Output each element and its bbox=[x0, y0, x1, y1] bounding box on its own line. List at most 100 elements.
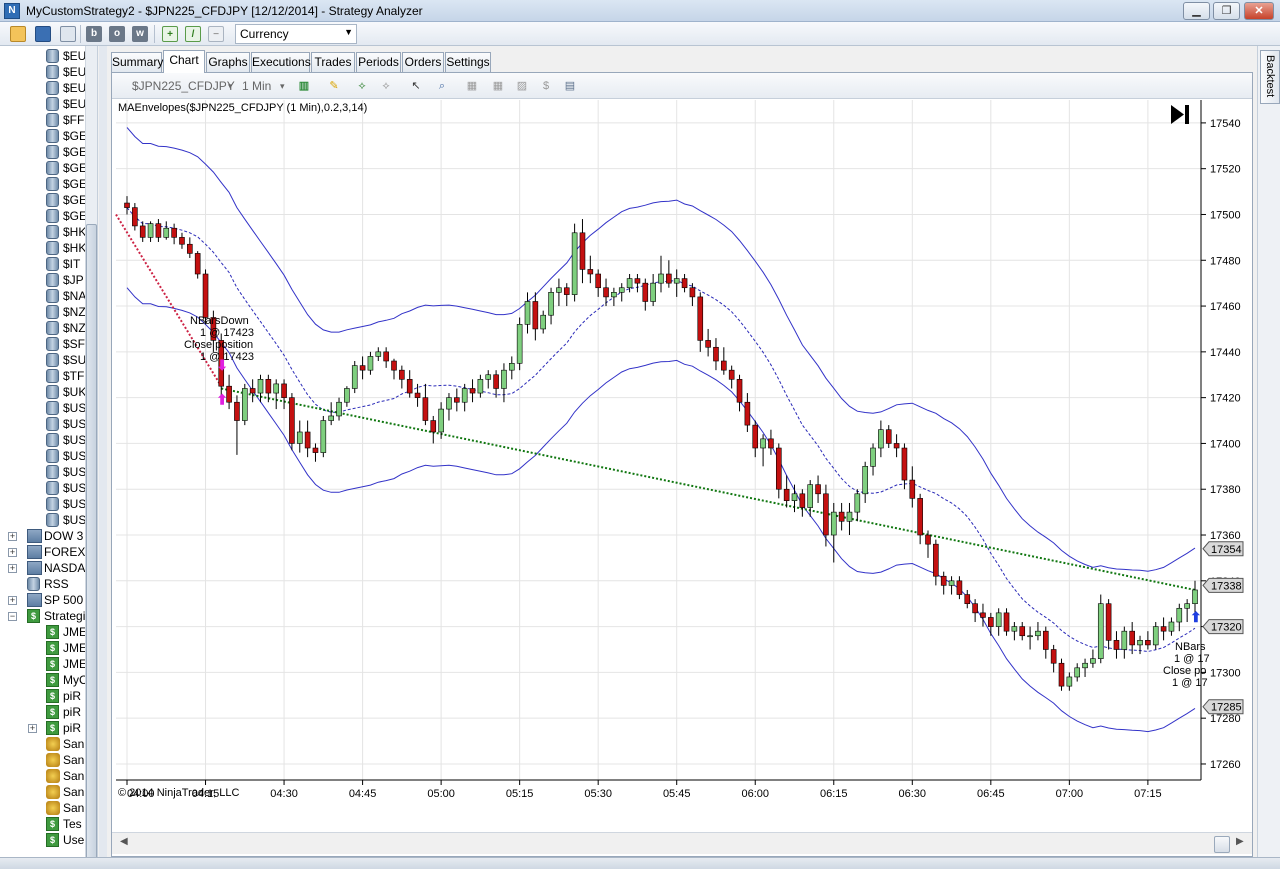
candle-down[interactable] bbox=[823, 493, 829, 536]
candle-up[interactable] bbox=[1184, 603, 1190, 609]
candle-up[interactable] bbox=[1027, 635, 1033, 638]
tree-group-dow-3[interactable]: + DOW 3 bbox=[0, 528, 86, 544]
remove-icon[interactable]: − bbox=[208, 26, 224, 42]
expand-icon[interactable]: + bbox=[8, 548, 17, 557]
candle-down[interactable] bbox=[587, 269, 594, 275]
candle-up[interactable] bbox=[461, 388, 468, 403]
candle-down[interactable] bbox=[964, 594, 971, 605]
candle-down[interactable] bbox=[768, 438, 774, 449]
candle-down[interactable] bbox=[234, 401, 240, 421]
candle-up[interactable] bbox=[1011, 626, 1018, 632]
tab-trades[interactable]: Trades bbox=[311, 52, 355, 72]
chart-style-icon[interactable]: ▨ bbox=[514, 78, 530, 94]
currency-icon[interactable]: $ bbox=[538, 78, 554, 94]
candle-up[interactable] bbox=[163, 227, 170, 238]
tree-item-strategy[interactable]: $ Use bbox=[0, 832, 86, 848]
tree-item-instrument[interactable]: $GE bbox=[0, 192, 87, 208]
candle-down[interactable] bbox=[728, 369, 735, 380]
candle-up[interactable] bbox=[1090, 658, 1096, 664]
candle-up[interactable] bbox=[948, 580, 955, 586]
candle-down[interactable] bbox=[469, 388, 476, 394]
close-button[interactable]: ✕ bbox=[1244, 2, 1274, 20]
candle-up[interactable] bbox=[257, 379, 264, 394]
tree-item-instrument[interactable]: $GE bbox=[0, 208, 87, 224]
candle-up[interactable] bbox=[1082, 662, 1088, 669]
candle-down[interactable] bbox=[988, 617, 994, 627]
expand-icon[interactable]: + bbox=[8, 532, 17, 541]
bar-type-icon[interactable]: ▥ bbox=[296, 78, 312, 94]
candle-down[interactable] bbox=[799, 493, 806, 508]
candle-down[interactable] bbox=[681, 278, 688, 289]
candle-down[interactable] bbox=[1160, 626, 1167, 632]
tree-item-instrument[interactable]: $NA bbox=[0, 288, 86, 304]
candle-up[interactable] bbox=[854, 493, 861, 513]
candle-down[interactable] bbox=[940, 575, 947, 586]
tree-item-instrument[interactable]: $SF bbox=[0, 336, 86, 352]
tree-group-strategi[interactable]: − $ Strategi bbox=[0, 608, 86, 624]
candle-up[interactable] bbox=[862, 466, 868, 495]
candle-up[interactable] bbox=[1168, 621, 1175, 632]
candle-up[interactable] bbox=[1176, 607, 1183, 623]
save-icon[interactable] bbox=[35, 26, 51, 42]
candle-down[interactable] bbox=[406, 379, 413, 394]
candle-down[interactable] bbox=[689, 287, 696, 298]
tab-settings[interactable]: Settings bbox=[445, 52, 491, 72]
tree-item-strategy[interactable]: $ JME bbox=[0, 640, 87, 656]
tree-item-strategy[interactable]: $ JME bbox=[0, 656, 87, 672]
chart-horizontal-scrollbar[interactable]: ◀ ▶ bbox=[112, 832, 1252, 854]
cursor-icon[interactable]: ↖ bbox=[408, 78, 424, 94]
candle-up[interactable] bbox=[147, 223, 154, 238]
candle-down[interactable] bbox=[917, 498, 923, 536]
candle-down[interactable] bbox=[422, 397, 429, 421]
candle-down[interactable] bbox=[391, 360, 397, 371]
tree-item-strategy[interactable]: San bbox=[0, 752, 86, 768]
candle-down[interactable] bbox=[1105, 603, 1112, 641]
tree-item-instrument[interactable]: $GE bbox=[0, 176, 87, 192]
candle-up[interactable] bbox=[611, 292, 617, 298]
tree-item-strategy[interactable]: San bbox=[0, 736, 86, 752]
tree-item-strategy[interactable]: + $ piR bbox=[0, 720, 86, 736]
tree-item-instrument[interactable]: $US bbox=[0, 480, 86, 496]
skip-to-end-icon-bar[interactable] bbox=[1185, 105, 1189, 124]
tree-item-instrument[interactable]: $GE bbox=[0, 128, 87, 144]
candle-down[interactable] bbox=[815, 484, 821, 495]
tree-group-nasda[interactable]: + NASDA bbox=[0, 560, 86, 576]
scroll-right-icon[interactable]: ▶ bbox=[1236, 836, 1244, 847]
tree-item-instrument[interactable]: $IT bbox=[0, 256, 86, 272]
candle-up[interactable] bbox=[1066, 676, 1073, 687]
tab-orders[interactable]: Orders bbox=[402, 52, 444, 72]
candle-up[interactable] bbox=[673, 278, 680, 284]
tree-item-instrument[interactable]: $EU bbox=[0, 80, 86, 96]
tree-item-instrument[interactable]: $EU bbox=[0, 48, 86, 64]
candle-down[interactable] bbox=[179, 237, 185, 245]
tree-item-instrument[interactable]: $GE bbox=[0, 160, 87, 176]
candle-up[interactable] bbox=[320, 420, 327, 453]
tab-periods[interactable]: Periods bbox=[356, 52, 401, 72]
b-button[interactable]: b bbox=[86, 26, 102, 42]
candle-up[interactable] bbox=[658, 273, 664, 284]
candle-down[interactable] bbox=[1145, 640, 1151, 646]
candle-up[interactable] bbox=[1137, 640, 1143, 646]
template-icon[interactable]: ▤ bbox=[562, 78, 578, 94]
candle-up[interactable] bbox=[540, 314, 547, 330]
candle-down[interactable] bbox=[414, 392, 421, 398]
add-icon[interactable]: + bbox=[162, 26, 178, 42]
chevron-down-icon[interactable]: ▾ bbox=[280, 81, 285, 92]
candle-down[interactable] bbox=[909, 479, 916, 499]
candle-down[interactable] bbox=[124, 202, 130, 208]
tree-item-instrument[interactable]: $US bbox=[0, 464, 86, 480]
tree-item-instrument[interactable]: $UK bbox=[0, 384, 86, 400]
tab-executions[interactable]: Executions bbox=[251, 52, 311, 72]
candle-up[interactable] bbox=[336, 401, 342, 417]
candle-down[interactable] bbox=[1113, 640, 1120, 650]
tab-chart[interactable]: Chart bbox=[163, 50, 205, 73]
candle-down[interactable] bbox=[194, 253, 201, 275]
candle-down[interactable] bbox=[579, 232, 586, 270]
candle-up[interactable] bbox=[375, 351, 382, 357]
strategy-icon[interactable]: ⟡ bbox=[378, 78, 394, 94]
candle-down[interactable] bbox=[304, 431, 311, 449]
candle-down[interactable] bbox=[603, 287, 609, 298]
tree-item-strategy[interactable]: San bbox=[0, 784, 86, 800]
candle-up[interactable] bbox=[878, 429, 884, 449]
candle-down[interactable] bbox=[281, 383, 287, 398]
